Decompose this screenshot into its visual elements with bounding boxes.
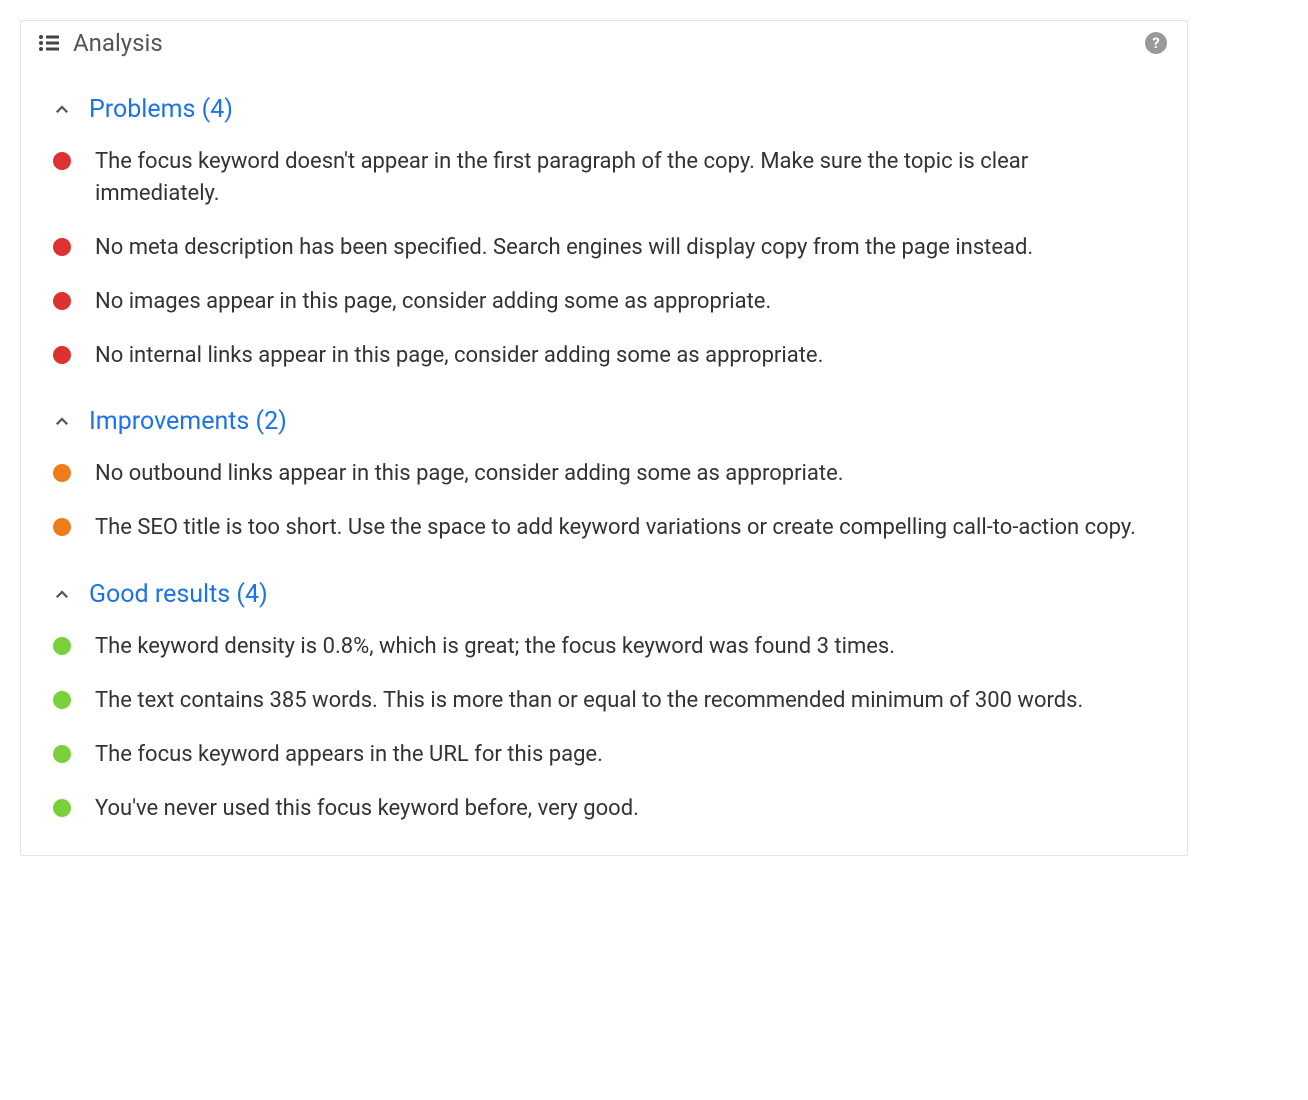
list-item: The keyword density is 0.8%, which is gr…	[51, 631, 1157, 663]
item-text: The focus keyword appears in the URL for…	[95, 739, 1157, 771]
list-item: No meta description has been specified. …	[51, 232, 1157, 264]
panel-header: Analysis ?	[21, 21, 1187, 65]
section-problems: Problems (4) The focus keyword doesn't a…	[51, 95, 1157, 371]
section-good-results: Good results (4) The keyword density is …	[51, 580, 1157, 825]
item-text: The text contains 385 words. This is mor…	[95, 685, 1157, 717]
bullet-red-icon	[53, 152, 71, 170]
section-title-problems: Problems (4)	[89, 95, 233, 124]
section-header-good-results[interactable]: Good results (4)	[51, 580, 1157, 609]
section-header-problems[interactable]: Problems (4)	[51, 95, 1157, 124]
list-item: The text contains 385 words. This is mor…	[51, 685, 1157, 717]
panel-body: Problems (4) The focus keyword doesn't a…	[21, 65, 1187, 855]
bullet-red-icon	[53, 238, 71, 256]
bullet-red-icon	[53, 346, 71, 364]
bullet-green-icon	[53, 799, 71, 817]
item-text: The SEO title is too short. Use the spac…	[95, 512, 1157, 544]
analysis-panel: Analysis ? Problems (4) The focus keywor…	[20, 20, 1188, 856]
help-icon[interactable]: ?	[1145, 32, 1167, 54]
section-title-improvements: Improvements (2)	[89, 407, 287, 436]
bullet-orange-icon	[53, 518, 71, 536]
list-icon	[37, 31, 61, 55]
bullet-green-icon	[53, 745, 71, 763]
panel-title: Analysis	[73, 29, 163, 57]
list-item: The focus keyword doesn't appear in the …	[51, 146, 1157, 210]
bullet-red-icon	[53, 292, 71, 310]
item-text: The keyword density is 0.8%, which is gr…	[95, 631, 1157, 663]
chevron-up-icon	[53, 101, 71, 119]
list-item: No outbound links appear in this page, c…	[51, 458, 1157, 490]
bullet-green-icon	[53, 637, 71, 655]
list-item: No internal links appear in this page, c…	[51, 340, 1157, 372]
panel-header-left: Analysis	[37, 29, 163, 57]
section-header-improvements[interactable]: Improvements (2)	[51, 407, 1157, 436]
item-text: No meta description has been specified. …	[95, 232, 1157, 264]
item-text: The focus keyword doesn't appear in the …	[95, 146, 1157, 210]
list-item: No images appear in this page, consider …	[51, 286, 1157, 318]
item-text: You've never used this focus keyword bef…	[95, 793, 1157, 825]
item-text: No internal links appear in this page, c…	[95, 340, 1157, 372]
item-text: No outbound links appear in this page, c…	[95, 458, 1157, 490]
list-item: The SEO title is too short. Use the spac…	[51, 512, 1157, 544]
bullet-orange-icon	[53, 464, 71, 482]
item-text: No images appear in this page, consider …	[95, 286, 1157, 318]
list-item: You've never used this focus keyword bef…	[51, 793, 1157, 825]
section-improvements: Improvements (2) No outbound links appea…	[51, 407, 1157, 544]
chevron-up-icon	[53, 586, 71, 604]
list-item: The focus keyword appears in the URL for…	[51, 739, 1157, 771]
chevron-up-icon	[53, 413, 71, 431]
bullet-green-icon	[53, 691, 71, 709]
section-title-good-results: Good results (4)	[89, 580, 268, 609]
